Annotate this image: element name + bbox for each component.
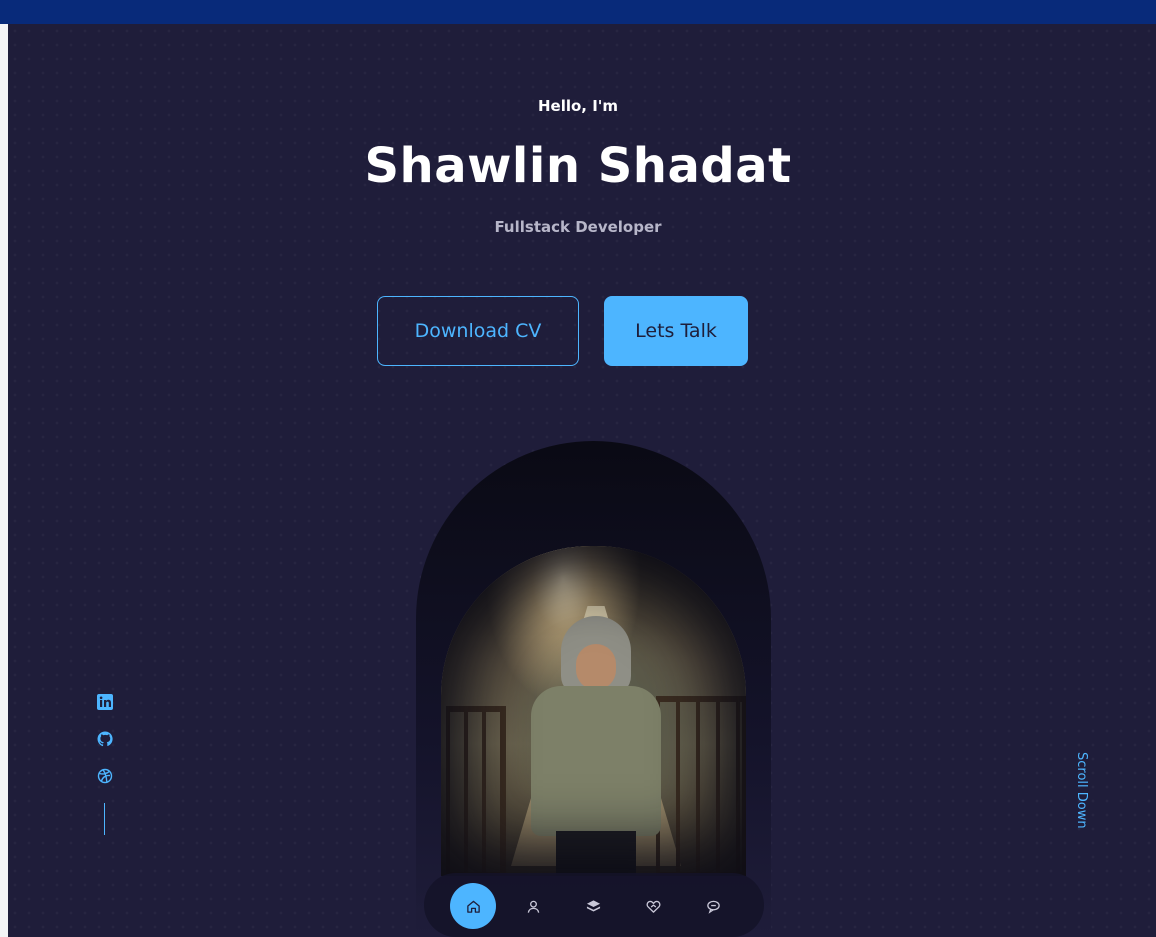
nav-services-button[interactable] bbox=[630, 883, 676, 929]
services-icon bbox=[646, 900, 660, 913]
scroll-down-link[interactable]: Scroll Down bbox=[1074, 752, 1089, 829]
greeting-text: Hello, I'm bbox=[537, 97, 619, 115]
photo-jacket bbox=[531, 686, 661, 836]
bottom-nav bbox=[424, 873, 764, 937]
page-title: Shawlin Shadat bbox=[364, 138, 792, 194]
role-subtitle: Fullstack Developer bbox=[494, 218, 662, 236]
dribbble-icon[interactable] bbox=[96, 767, 114, 785]
photo-person bbox=[521, 616, 671, 876]
layers-icon bbox=[586, 899, 600, 911]
nav-home-button[interactable] bbox=[450, 883, 496, 929]
github-icon[interactable] bbox=[96, 730, 114, 748]
home-icon bbox=[466, 900, 480, 913]
photo-bridge bbox=[511, 606, 681, 866]
photo-hood bbox=[561, 616, 631, 696]
nav-contact-button[interactable] bbox=[690, 883, 736, 929]
profile-photo bbox=[441, 546, 746, 876]
browser-top-bar bbox=[0, 0, 1156, 24]
linkedin-icon[interactable] bbox=[96, 693, 114, 711]
user-icon bbox=[527, 900, 539, 913]
message-icon bbox=[706, 900, 720, 914]
photo-railing-right bbox=[656, 696, 746, 876]
photo-face bbox=[576, 644, 616, 690]
social-divider-line bbox=[104, 803, 105, 835]
lets-talk-button[interactable]: Lets Talk bbox=[604, 296, 748, 366]
social-links bbox=[96, 693, 114, 804]
photo-pants bbox=[556, 831, 636, 876]
photo-railing-left bbox=[446, 706, 506, 876]
nav-about-button[interactable] bbox=[510, 883, 556, 929]
nav-experience-button[interactable] bbox=[570, 883, 616, 929]
download-cv-button[interactable]: Download CV bbox=[377, 296, 579, 366]
